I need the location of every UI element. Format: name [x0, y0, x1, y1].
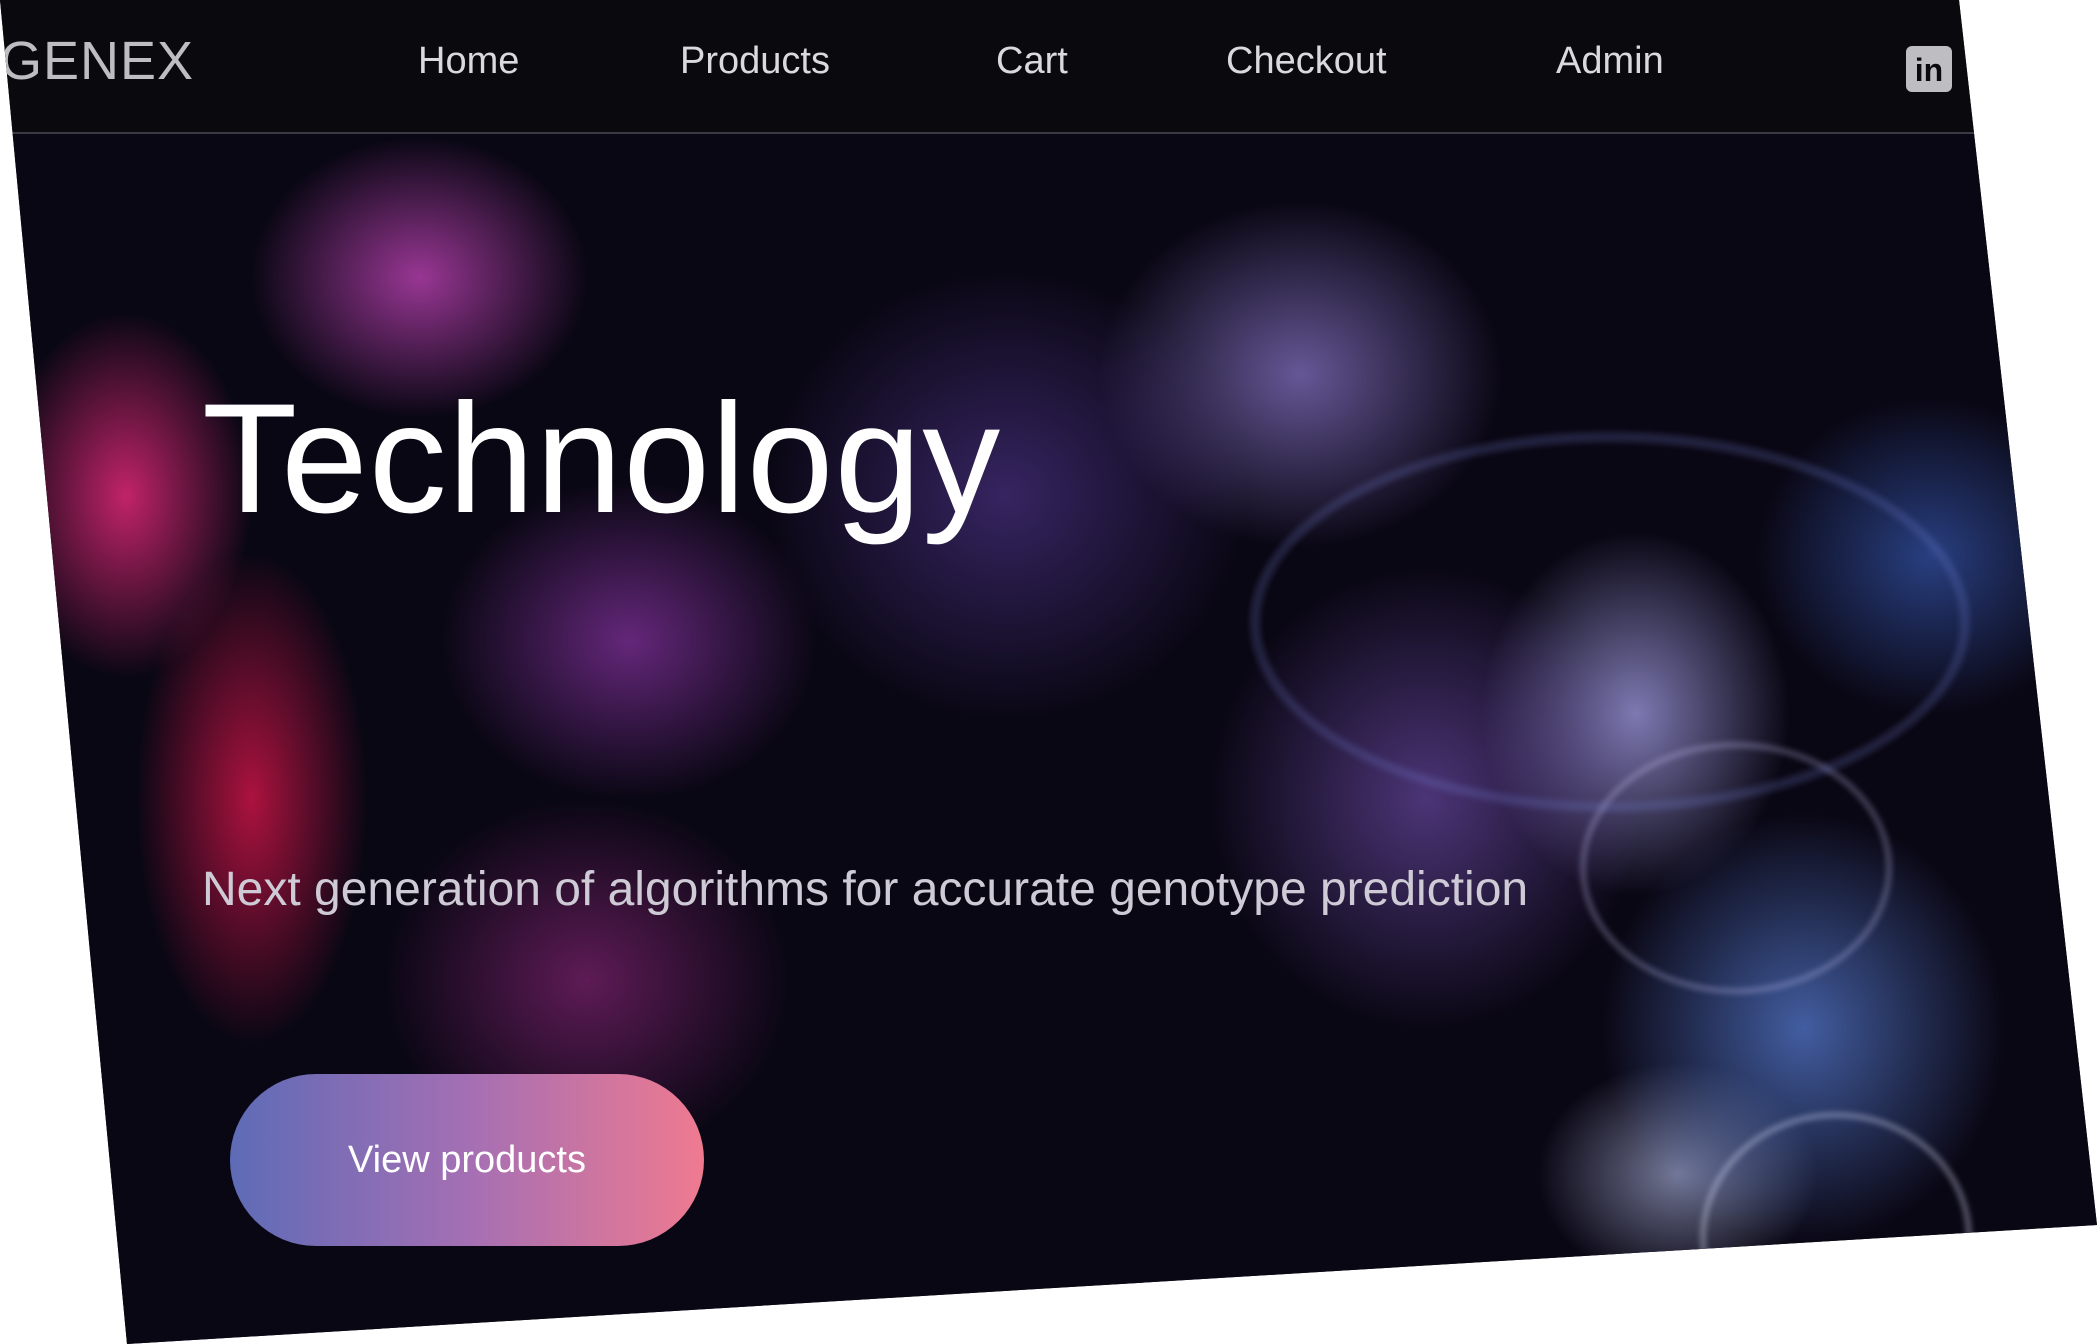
nav-link-checkout[interactable]: Checkout — [1226, 40, 1387, 83]
linkedin-icon-glyph: in — [1914, 52, 1944, 88]
hero-subtitle: Next generation of algorithms for accura… — [202, 863, 1529, 916]
linkedin-icon[interactable]: in — [1906, 46, 1952, 92]
nav-link-cart[interactable]: Cart — [996, 40, 1068, 83]
hero-title: Technology — [202, 372, 1002, 546]
smoke-swirl — [1250, 432, 1970, 812]
smoke-swirl — [1700, 1112, 1972, 1344]
nav-link-admin[interactable]: Admin — [1556, 40, 1664, 83]
brand-logo[interactable]: GENEX — [0, 30, 194, 92]
top-navigation: GENEX Home Products Cart Checkout Admin … — [0, 0, 1980, 134]
view-products-label: View products — [348, 1138, 586, 1181]
browser-viewport: GENEX Home Products Cart Checkout Admin … — [0, 0, 2097, 1344]
nav-link-products[interactable]: Products — [680, 40, 830, 83]
nav-link-home[interactable]: Home — [418, 40, 519, 83]
view-products-button[interactable]: View products — [230, 1074, 704, 1246]
